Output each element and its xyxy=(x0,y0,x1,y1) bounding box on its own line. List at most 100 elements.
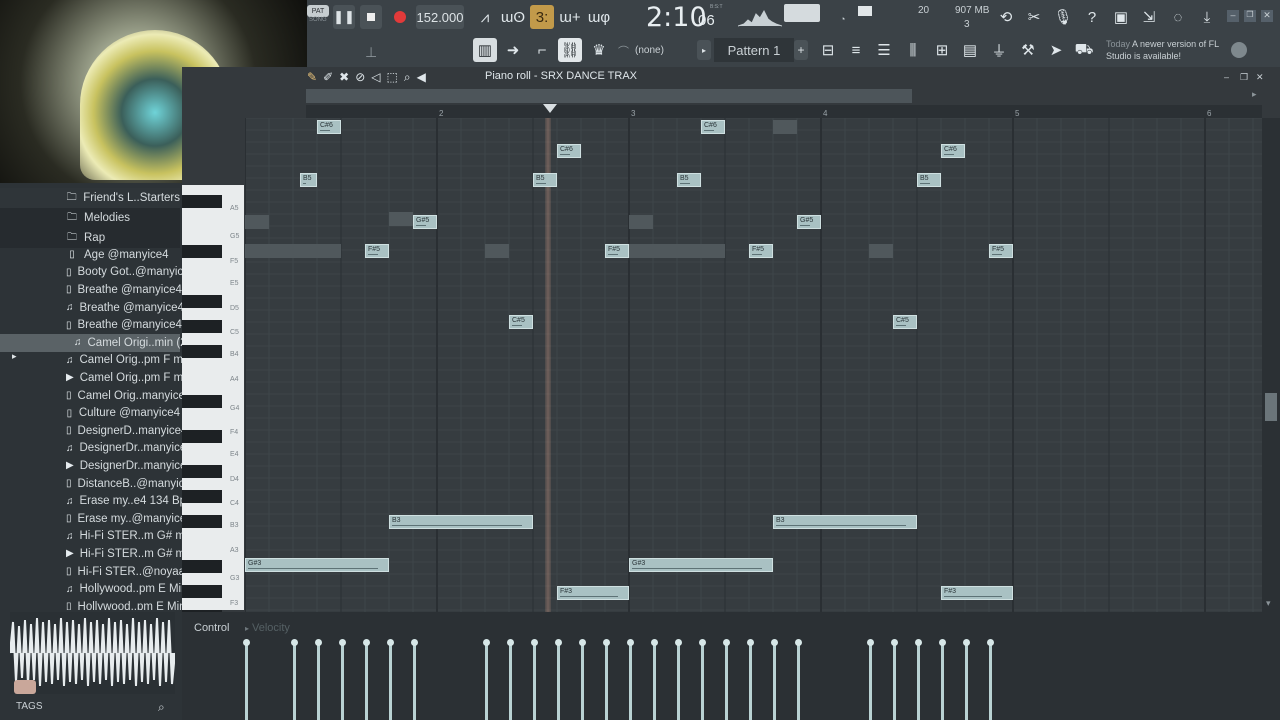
file-item[interactable]: ▯ Breathe @manyice4 xyxy=(0,281,182,299)
file-item[interactable]: ♫ Hollywood..pm E Min xyxy=(0,580,188,598)
microphone-icon[interactable]: 🎙︎ xyxy=(1051,5,1075,29)
pr-close-icon[interactable]: ✕ xyxy=(1256,72,1266,82)
pattern-selector[interactable]: Pattern 1 xyxy=(714,38,794,62)
save-icon[interactable]: ▣ xyxy=(1109,5,1133,29)
file-item[interactable]: ▯ Breathe @manyice4 xyxy=(0,316,182,334)
download-icon[interactable]: ⤓ xyxy=(1195,5,1219,29)
velocity-bar[interactable] xyxy=(675,639,682,720)
undo-icon[interactable]: ⟲ xyxy=(994,5,1018,29)
velocity-bar[interactable] xyxy=(507,639,514,720)
playhead-marker[interactable] xyxy=(543,104,557,113)
project-icon[interactable]: ▤ xyxy=(958,38,982,62)
scroll-right-icon[interactable]: ▸ xyxy=(1252,89,1264,101)
note[interactable]: B3 xyxy=(773,515,917,529)
plugin-icon[interactable]: ⏚ xyxy=(987,38,1011,62)
file-item[interactable]: ▯ Culture @manyice4 xyxy=(0,404,180,422)
control-label[interactable]: Control xyxy=(194,622,229,634)
pattern-prev-button[interactable]: ▸ xyxy=(697,40,711,60)
black-key[interactable] xyxy=(182,430,222,443)
black-key[interactable] xyxy=(182,295,222,308)
mute-icon[interactable]: ⊘ xyxy=(355,70,365,84)
metronome-icon[interactable]: ⩘ xyxy=(473,5,497,29)
note[interactable]: C#5 xyxy=(509,315,533,329)
play-preview-icon[interactable]: ▸ xyxy=(12,351,18,363)
add-pattern-button[interactable]: + xyxy=(794,40,808,60)
note[interactable]: F#5 xyxy=(605,244,629,258)
velocity-bar[interactable] xyxy=(891,639,898,720)
forward-icon[interactable]: ➤ xyxy=(1044,38,1068,62)
note[interactable]: B5 xyxy=(300,173,317,187)
account-avatar[interactable] xyxy=(1231,42,1247,58)
velocity-bar[interactable] xyxy=(315,639,322,720)
note[interactable]: F#5 xyxy=(989,244,1013,258)
file-item[interactable]: ▯ DistanceB..@manyice4 xyxy=(0,475,197,493)
black-key[interactable] xyxy=(182,395,222,408)
note[interactable]: B3 xyxy=(389,515,533,529)
master-pitch-icon[interactable]: ⊥ xyxy=(365,44,377,61)
note[interactable]: B5 xyxy=(533,173,557,187)
wait-record-icon[interactable]: ɯʘ xyxy=(501,5,525,29)
slice-icon[interactable]: ◁ xyxy=(371,70,380,84)
black-key[interactable] xyxy=(182,245,222,258)
arrow-right-icon[interactable]: ➜ xyxy=(501,38,525,62)
pause-button[interactable]: ❚❚ xyxy=(333,5,355,29)
velocity-bar[interactable] xyxy=(963,639,970,720)
step-sequencer-icon[interactable]: ≡ xyxy=(844,38,868,62)
file-item[interactable]: ▯ Erase my..@manyice4 xyxy=(0,510,193,528)
velocity-bar[interactable] xyxy=(867,639,874,720)
velocity-bar[interactable] xyxy=(795,639,802,720)
velocity-bar[interactable] xyxy=(651,639,658,720)
scrollbar-thumb[interactable] xyxy=(1265,393,1277,421)
file-item[interactable]: ▶ Camel Orig..pm F min xyxy=(0,369,192,387)
file-item[interactable]: ♫ Camel Origi..min (2) xyxy=(0,334,190,352)
note[interactable]: C#6 xyxy=(941,144,965,158)
black-key[interactable] xyxy=(182,345,222,358)
note[interactable]: B5 xyxy=(677,173,701,187)
delete-icon[interactable]: ✖ xyxy=(339,70,349,84)
file-item[interactable]: ♫ Breathe @manyice4 xyxy=(0,299,184,317)
note[interactable]: C#6 xyxy=(317,120,341,134)
folder-friends-starters[interactable]: 🗀︎ Friend's L..Starters xyxy=(0,188,180,208)
black-key[interactable] xyxy=(182,195,222,208)
velocity-bar[interactable] xyxy=(339,639,346,720)
preview-play-button[interactable] xyxy=(14,680,36,694)
channel-selector[interactable]: (none) xyxy=(630,40,688,60)
stop-button[interactable] xyxy=(360,5,382,29)
velocity-bar[interactable] xyxy=(363,639,370,720)
velocity-bar[interactable] xyxy=(723,639,730,720)
note[interactable]: F#5 xyxy=(365,244,389,258)
loop-record-icon[interactable]: ɯφ xyxy=(587,5,611,29)
velocity-bar[interactable] xyxy=(771,639,778,720)
file-item[interactable]: ▯ Booty Got..@manyice4 xyxy=(0,264,196,282)
overview-scroller[interactable] xyxy=(306,89,912,103)
file-item[interactable]: ▯ Hi-Fi STER..@noyaard xyxy=(0,563,195,581)
search-icon[interactable]: ⌕ xyxy=(158,700,165,715)
black-key[interactable] xyxy=(182,515,222,528)
pat-mode-button[interactable]: PAT xyxy=(307,5,329,17)
zoom-icon[interactable]: ⌕ xyxy=(404,70,411,85)
snap-icon[interactable]: ⌐ xyxy=(530,38,554,62)
pr-minimize-icon[interactable]: – xyxy=(1224,72,1234,82)
file-item[interactable]: ♫ Hi-Fi STER..m G# mIN xyxy=(0,528,196,546)
file-item[interactable]: ▶ DesignerDr..manyice4 xyxy=(0,457,193,475)
note[interactable]: C#5 xyxy=(893,315,917,329)
typing-keyboard-icon[interactable]: ♛ xyxy=(587,38,611,62)
velocity-bar[interactable] xyxy=(555,639,562,720)
file-item[interactable]: ▯ DesignerD..manyice4 xyxy=(0,422,187,440)
black-key[interactable] xyxy=(182,490,222,503)
mixer-icon[interactable]: ⫼ xyxy=(901,38,925,62)
velocity-bar[interactable] xyxy=(483,639,490,720)
tempo-display[interactable]: 152.000 xyxy=(416,5,464,29)
velocity-bar[interactable] xyxy=(987,639,994,720)
velocity-bar[interactable] xyxy=(939,639,946,720)
help-icon[interactable]: ? xyxy=(1080,5,1104,29)
folder-melodies[interactable]: 🗀︎ Melodies xyxy=(0,208,180,228)
news-panel[interactable]: Today A newer version of FL Studio is av… xyxy=(1106,38,1226,62)
note[interactable]: F#3 xyxy=(557,586,629,600)
velocity-bar[interactable] xyxy=(531,639,538,720)
velocity-bar[interactable] xyxy=(291,639,298,720)
export-icon[interactable]: ⇲ xyxy=(1137,5,1161,29)
folder-rap[interactable]: 🗀︎ Rap xyxy=(0,228,180,248)
note[interactable]: G#3 xyxy=(245,558,389,572)
close-icon[interactable]: ✕ xyxy=(1261,10,1273,22)
